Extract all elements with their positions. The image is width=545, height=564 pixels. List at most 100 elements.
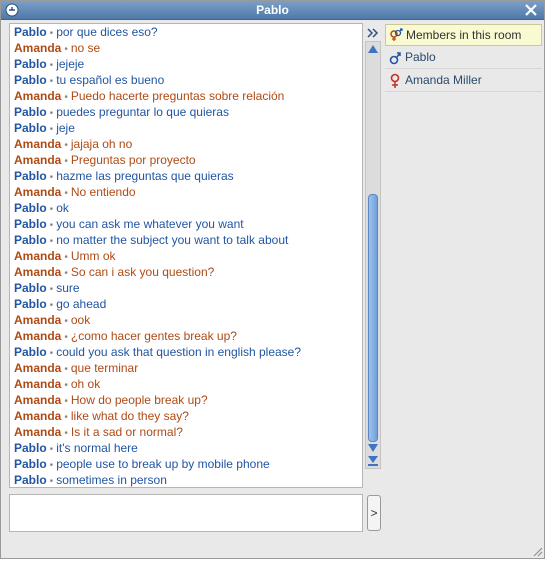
message-sender: Pablo: [14, 233, 47, 247]
message-row: Amanda • que terminar: [14, 360, 362, 376]
message-row: Amanda • jajaja oh no: [14, 136, 362, 152]
message-text: por que dices eso?: [56, 25, 158, 39]
message-separator: •: [49, 204, 54, 215]
message-row: Pablo • jeje: [14, 120, 362, 136]
message-log[interactable]: Pablo • por que dices eso? Amanda • no se Pabl…: [9, 23, 363, 488]
message-separator: •: [49, 220, 54, 231]
message-separator: •: [64, 140, 68, 151]
message-text: Preguntas por proyecto: [70, 153, 196, 167]
message-sender: Amanda: [14, 361, 62, 375]
message-text: Umm ok: [70, 249, 116, 263]
message-separator: •: [49, 108, 54, 119]
message-sender: Pablo: [14, 457, 47, 471]
message-separator: •: [64, 412, 68, 423]
message-row: Pablo • no matter the subject you want to …: [14, 232, 362, 248]
message-row: Pablo • could you ask that question in eng…: [14, 344, 362, 360]
female-icon: [390, 73, 400, 88]
message-separator: •: [49, 60, 54, 71]
message-sender: Pablo: [14, 473, 47, 487]
message-separator: •: [64, 332, 68, 343]
members-header: Members in this room: [385, 24, 542, 46]
members-header-label: Members in this room: [406, 28, 522, 42]
message-row: Pablo • por que dices eso?: [14, 24, 362, 40]
message-row: Amanda • no se: [14, 40, 362, 56]
message-separator: •: [49, 444, 54, 455]
send-button[interactable]: >: [367, 495, 381, 531]
message-text: like what do they say?: [70, 409, 189, 423]
message-text: oh ok: [70, 377, 101, 391]
message-scrollbar[interactable]: [365, 41, 381, 469]
close-icon[interactable]: [524, 3, 538, 17]
scroll-up-icon[interactable]: [367, 44, 379, 54]
message-sender: Amanda: [14, 377, 62, 391]
message-input[interactable]: [9, 494, 363, 532]
message-separator: •: [64, 396, 68, 407]
message-sender: Amanda: [14, 89, 62, 103]
message-row: Pablo • it's normal here: [14, 440, 362, 456]
message-separator: •: [64, 44, 68, 55]
message-sender: Amanda: [14, 185, 62, 199]
member-item-pablo[interactable]: Pablo: [385, 46, 542, 69]
message-text: sometimes in person: [56, 473, 167, 487]
message-row: Pablo • go ahead: [14, 296, 362, 312]
scroll-thumb[interactable]: [368, 194, 378, 442]
message-row: Amanda • like what do they say?: [14, 408, 362, 424]
scroll-down-icon[interactable]: [367, 443, 379, 453]
message-separator: •: [49, 124, 54, 135]
message-row: Pablo • people use to break up by mobile p…: [14, 456, 362, 472]
message-separator: •: [49, 236, 54, 247]
message-row: Amanda • Puedo hacerte preguntas sobre rel…: [14, 88, 362, 104]
message-row: Amanda • So can i ask you question?: [14, 264, 362, 280]
message-row: Pablo • ok: [14, 200, 362, 216]
message-text: go ahead: [56, 297, 107, 311]
message-sender: Amanda: [14, 41, 62, 55]
message-separator: •: [64, 252, 68, 263]
message-sender: Pablo: [14, 297, 47, 311]
message-sender: Pablo: [14, 441, 47, 455]
message-sender: Amanda: [14, 393, 62, 407]
message-row: Amanda • ook: [14, 312, 362, 328]
message-separator: •: [64, 156, 68, 167]
message-sender: Pablo: [14, 345, 47, 359]
message-row: Amanda • ¿como hacer gentes break up?: [14, 328, 362, 344]
collapse-members-button[interactable]: [364, 24, 382, 42]
message-sender: Pablo: [14, 25, 47, 39]
message-text: could you ask that question in english p…: [56, 345, 302, 359]
message-sender: Amanda: [14, 409, 62, 423]
member-item-amanda-miller[interactable]: Amanda Miller: [385, 69, 542, 92]
message-sender: Pablo: [14, 169, 47, 183]
resize-grip-icon[interactable]: [531, 545, 543, 557]
message-text: Puedo hacerte preguntas sobre relación: [70, 89, 285, 103]
message-sender: Amanda: [14, 425, 62, 439]
message-text: tu español es bueno: [56, 73, 165, 87]
message-text: jajaja oh no: [70, 137, 133, 151]
member-name: Amanda Miller: [405, 73, 482, 87]
message-text: people use to break up by mobile phone: [56, 457, 270, 471]
message-text: no matter the subject you want to talk a…: [56, 233, 289, 247]
message-sender: Amanda: [14, 153, 62, 167]
message-sender: Amanda: [14, 249, 62, 263]
message-text: que terminar: [70, 361, 139, 375]
members-panel: Members in this room Pablo Amanda Miller: [385, 24, 542, 564]
message-text: ook: [70, 313, 91, 327]
message-text: hazme las preguntas que quieras: [56, 169, 234, 183]
scroll-bottom-icon[interactable]: [367, 455, 379, 467]
message-row: Amanda • Preguntas por proyecto: [14, 152, 362, 168]
message-row: Pablo • jejeje: [14, 56, 362, 72]
message-text: jeje: [56, 121, 75, 135]
message-separator: •: [49, 460, 54, 471]
message-separator: •: [49, 284, 54, 295]
message-separator: •: [49, 76, 54, 87]
message-separator: •: [49, 172, 54, 183]
message-row: Pablo • puedes preguntar lo que quieras: [14, 104, 362, 120]
message-sender: Amanda: [14, 137, 62, 151]
message-row: Amanda • Umm ok: [14, 248, 362, 264]
message-row: Amanda • Is it a sad or normal?: [14, 424, 362, 440]
message-text: jejeje: [56, 57, 85, 71]
members-gender-icon: [390, 28, 403, 41]
message-text: no se: [70, 41, 101, 55]
title-bar[interactable]: Pablo: [1, 1, 544, 20]
message-sender: Amanda: [14, 313, 62, 327]
message-separator: •: [64, 316, 68, 327]
message-text: sure: [56, 281, 80, 295]
